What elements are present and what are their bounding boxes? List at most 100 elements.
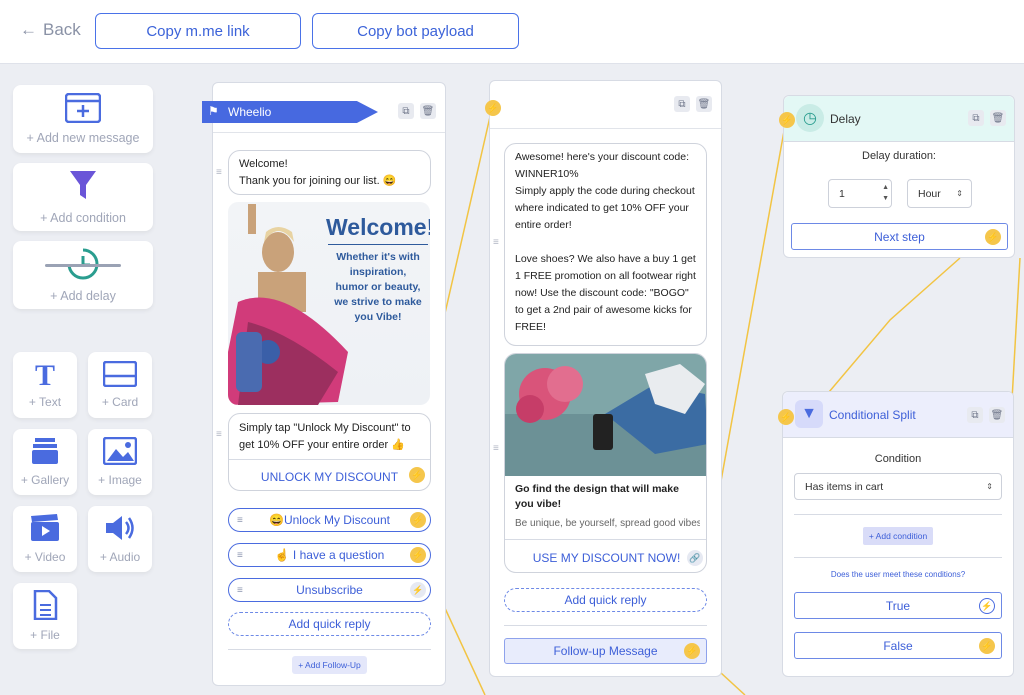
true-branch-button[interactable]: True ⚡	[794, 592, 1002, 619]
message-paragraph: Love shoes? We also have a buy 1 get 1 F…	[515, 253, 696, 333]
drag-handle-icon[interactable]: ≡	[493, 444, 501, 454]
clock-icon: ◷	[796, 104, 824, 132]
image-tool-label: + Image	[98, 473, 142, 487]
delay-title: Delay	[830, 111, 861, 126]
quick-reply-unsubscribe[interactable]: ≡ Unsubscribe ⚡	[228, 578, 431, 602]
unlock-discount-button[interactable]: UNLOCK MY DISCOUNT	[229, 469, 430, 486]
stepper-icon[interactable]: ▲ ▼	[882, 182, 889, 204]
bolt-icon[interactable]: ⚡	[778, 409, 794, 425]
discount-text-bubble[interactable]: Awesome! here's your discount code: WINN…	[504, 143, 707, 346]
add-condition-label: + Add condition	[40, 211, 126, 225]
bolt-icon[interactable]: ⚡	[409, 467, 425, 483]
message-line: Thank you for joining our list. 😄	[239, 175, 397, 187]
bolt-icon[interactable]: ⚡	[485, 100, 501, 116]
delay-unit: Hour	[918, 187, 941, 200]
text-icon: T	[34, 359, 55, 392]
condition-label: Condition	[874, 453, 922, 465]
card-tool[interactable]: + Card	[88, 352, 152, 418]
drag-handle-icon[interactable]: ≡	[237, 550, 243, 561]
copy-icon[interactable]: ⧉	[674, 96, 690, 112]
delay-value-input[interactable]: 1 ▲ ▼	[828, 179, 892, 208]
condition-question: Does the user meet these conditions?	[830, 570, 966, 579]
video-tool[interactable]: + Video	[13, 506, 77, 572]
quick-reply-label: ☝️ I have a question	[274, 548, 385, 562]
tools-divider	[45, 264, 121, 267]
connector	[828, 257, 961, 393]
gallery-tool[interactable]: + Gallery	[13, 429, 77, 495]
add-delay-tool[interactable]: + Add delay	[13, 241, 153, 309]
button-message-bubble[interactable]: Simply tap "Unlock My Discount" to get 1…	[228, 413, 431, 491]
drag-handle-icon[interactable]: ≡	[216, 168, 224, 178]
gallery-tool-label: + Gallery	[20, 473, 70, 487]
filter-icon: ▼	[795, 400, 823, 428]
copy-icon[interactable]: ⧉	[967, 407, 983, 423]
audio-tool[interactable]: + Audio	[88, 506, 152, 572]
delay-value: 1	[839, 187, 845, 200]
file-icon	[32, 589, 58, 624]
add-condition-tool[interactable]: + Add condition	[13, 163, 153, 231]
trash-icon[interactable]: 🗑	[696, 96, 712, 112]
text-tool[interactable]: T + Text	[13, 352, 77, 418]
split-title: Conditional Split	[829, 407, 916, 422]
next-step-button[interactable]: Next step ⚡	[791, 223, 1008, 250]
flag-icon: ⚑	[208, 104, 219, 118]
condition-select[interactable]: Has items in cart ⇕	[794, 473, 1002, 500]
card-subtitle: Be unique, be yourself, spread good vibe…	[515, 518, 700, 529]
welcome-image[interactable]: Welcome! Whether it's with inspiration, …	[228, 202, 430, 405]
bolt-icon[interactable]: ⚡	[410, 582, 426, 598]
drag-handle-icon[interactable]: ≡	[237, 585, 243, 596]
message-text: Simply tap "Unlock My Discount" to get 1…	[239, 422, 411, 451]
bubble-divider	[229, 459, 430, 460]
use-discount-button[interactable]: USE MY DISCOUNT NOW!	[505, 550, 706, 567]
trash-icon[interactable]: 🗑	[989, 407, 1005, 423]
drag-handle-icon[interactable]: ≡	[493, 238, 501, 248]
bolt-icon[interactable]: ⚡	[410, 547, 426, 563]
copy-icon[interactable]: ⧉	[968, 110, 984, 126]
trash-icon[interactable]: 🗑	[420, 103, 436, 119]
delay-unit-select[interactable]: Hour ⇕	[907, 179, 972, 208]
message-paragraph: Simply apply the code during checkout wh…	[515, 185, 695, 231]
add-condition-button[interactable]: + Add condition	[863, 527, 933, 545]
add-follow-up-button[interactable]: + Add Follow-Up	[292, 656, 367, 674]
link-icon[interactable]: 🔗	[687, 550, 703, 566]
follow-up-message-button[interactable]: Follow-up Message ⚡	[504, 638, 707, 664]
add-quick-reply-button[interactable]: Add quick reply	[228, 612, 431, 636]
audio-tool-label: + Audio	[99, 550, 141, 564]
false-label: False	[883, 638, 913, 653]
bolt-icon[interactable]: ⚡	[985, 229, 1001, 245]
bolt-icon[interactable]: ⚡	[979, 598, 995, 614]
node-title: Wheelio	[228, 105, 272, 119]
bolt-icon[interactable]: ⚡	[410, 512, 426, 528]
add-quick-reply-button[interactable]: Add quick reply	[504, 588, 707, 612]
bolt-icon[interactable]: ⚡	[779, 112, 795, 128]
quick-reply-unlock[interactable]: ≡ 😄Unlock My Discount ⚡	[228, 508, 431, 532]
message-plus-icon	[64, 92, 102, 127]
image-headline: Welcome!	[326, 214, 430, 240]
card-message-bubble[interactable]: Go find the design that will make you vi…	[504, 353, 707, 573]
drag-handle-icon[interactable]: ≡	[216, 430, 224, 440]
add-delay-label: + Add delay	[50, 289, 116, 303]
message-paragraph: Awesome! here's your discount code: WINN…	[515, 151, 689, 180]
bolt-icon[interactable]: ⚡	[979, 638, 995, 654]
add-message-tool[interactable]: + Add new message	[13, 85, 153, 153]
false-branch-button[interactable]: False ⚡	[794, 632, 1002, 659]
file-tool-label: + File	[30, 628, 60, 642]
bolt-icon[interactable]: ⚡	[684, 643, 700, 659]
card-title: Go find the design that will make you vi…	[515, 483, 679, 510]
image-tool[interactable]: + Image	[88, 429, 152, 495]
true-label: True	[885, 598, 911, 613]
card-image	[505, 354, 706, 476]
node-title-flag: ⚑ Wheelio	[202, 101, 378, 123]
file-tool[interactable]: + File	[13, 583, 77, 649]
text-tool-label: + Text	[28, 395, 62, 409]
trash-icon[interactable]: 🗑	[990, 110, 1006, 126]
chevron-updown-icon: ⇕	[986, 482, 993, 491]
image-icon	[102, 436, 138, 469]
drag-handle-icon[interactable]: ≡	[237, 515, 243, 526]
copy-icon[interactable]: ⧉	[398, 103, 414, 119]
next-step-label: Next step	[874, 229, 925, 244]
follow-up-label: Follow-up Message	[553, 644, 658, 658]
card-icon	[102, 360, 138, 391]
text-message-bubble[interactable]: Welcome! Thank you for joining our list.…	[228, 150, 431, 195]
quick-reply-question[interactable]: ≡ ☝️ I have a question ⚡	[228, 543, 431, 567]
